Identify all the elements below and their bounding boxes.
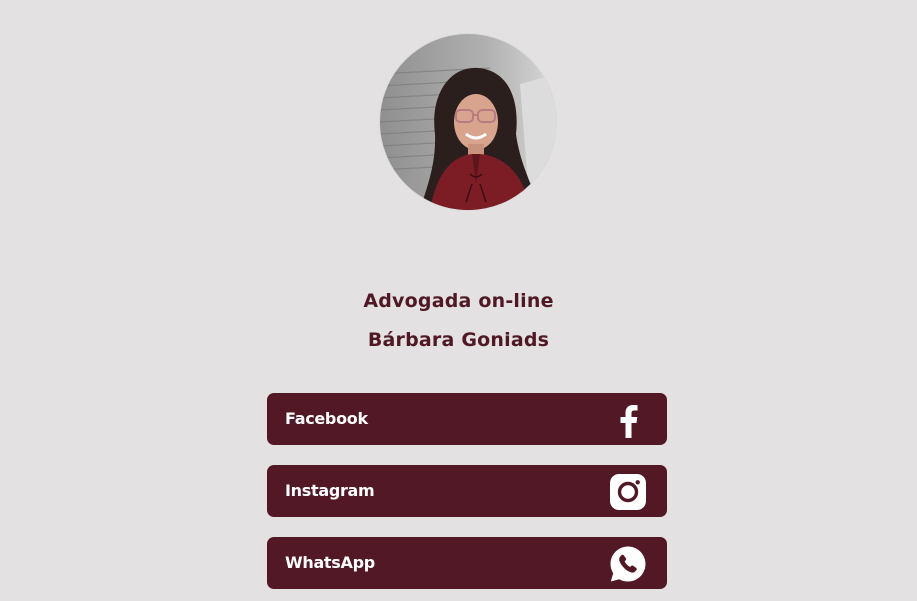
- whatsapp-link-button[interactable]: WhatsApp: [267, 537, 667, 589]
- profile-photo: [380, 34, 556, 210]
- instagram-link-label: Instagram: [285, 481, 375, 500]
- linktree-page: Advogada on-line Bárbara Goniads Faceboo…: [0, 0, 917, 601]
- facebook-icon: [609, 401, 647, 439]
- whatsapp-link-label: WhatsApp: [285, 553, 375, 572]
- instagram-link-button[interactable]: Instagram: [267, 465, 667, 517]
- facebook-link-button[interactable]: Facebook: [267, 393, 667, 445]
- avatar: [380, 34, 556, 210]
- facebook-link-label: Facebook: [285, 409, 368, 428]
- instagram-icon: [609, 473, 647, 511]
- whatsapp-icon: [609, 545, 647, 583]
- profile-name: Bárbara Goniads: [367, 329, 550, 351]
- profile-title: Advogada on-line: [363, 290, 554, 312]
